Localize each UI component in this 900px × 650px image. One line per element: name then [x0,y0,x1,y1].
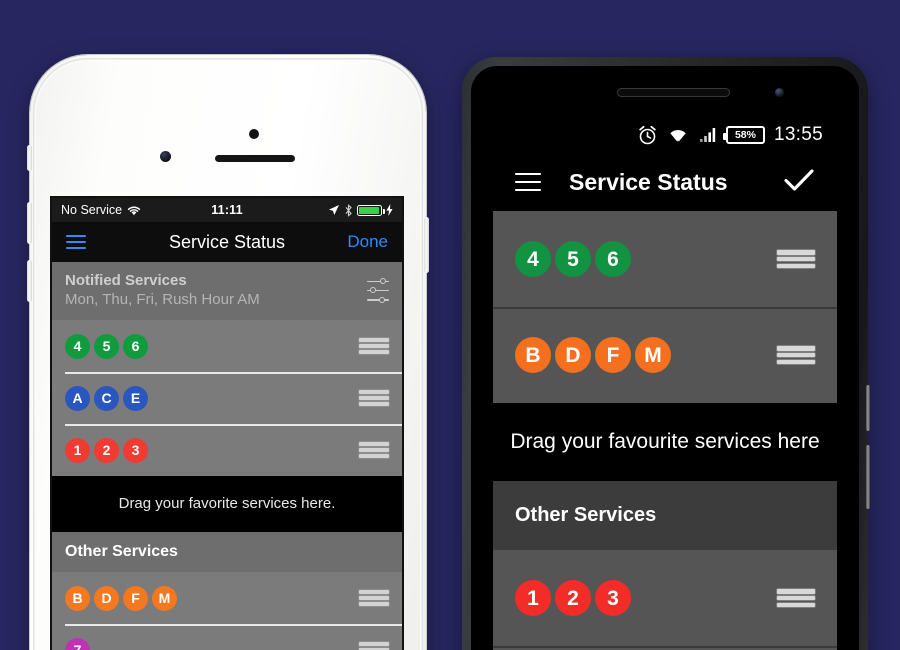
page-title: Service Status [569,168,728,195]
service-badge-m[interactable]: M [635,337,671,373]
service-badge-group: 456 [515,241,631,277]
service-row[interactable]: 123 [493,550,837,646]
wifi-icon [670,130,686,143]
other-services-title: Other Services [52,532,402,572]
service-row[interactable]: BDFM [493,307,837,403]
battery-icon: 58% [722,126,765,144]
service-badge-m[interactable]: M [152,585,177,611]
other-services-title: Other Services [493,481,837,550]
volume-down-button[interactable] [27,260,32,302]
notified-services-list: 456 ACE 123 [52,320,402,476]
power-button[interactable] [866,385,870,431]
service-badge-b[interactable]: B [515,337,551,373]
notified-services-subtitle: Mon, Thu, Fri, Rush Hour AM [65,291,260,308]
iphone-screen: No Service 11:11 Service Status Done Not… [52,198,402,650]
drag-handle-icon[interactable] [777,250,815,268]
service-badge-2[interactable]: 2 [94,437,119,463]
drag-handle-icon[interactable] [359,338,389,354]
android-clock: 13:55 [773,124,823,145]
service-row[interactable]: 456 [493,211,837,307]
notified-services-title: Notified Services [65,272,187,289]
drag-handle-icon[interactable] [359,590,389,606]
drag-handle-icon[interactable] [359,390,389,406]
service-badge-f[interactable]: F [595,337,631,373]
battery-full-icon [357,204,385,216]
battery-level-label: 58% [734,129,756,141]
drag-handle-icon[interactable] [777,346,815,364]
hamburger-menu-icon[interactable] [515,173,541,191]
ios-nav-bar: Service Status Done [52,222,402,262]
service-badge-e[interactable]: E [123,385,148,411]
service-badge-4[interactable]: 4 [515,241,551,277]
earpiece-speaker [215,155,295,162]
service-row[interactable]: BDFM [52,572,402,624]
service-badge-6[interactable]: 6 [595,241,631,277]
service-badge-2[interactable]: 2 [555,580,591,616]
service-badge-5[interactable]: 5 [94,333,119,359]
front-camera-icon [160,151,171,162]
service-badge-d[interactable]: D [555,337,591,373]
service-badge-3[interactable]: 3 [123,437,148,463]
service-badge-group: 7 [65,637,90,650]
done-button[interactable]: Done [347,232,388,252]
notified-services-header: Notified Services Mon, Thu, Fri, Rush Ho… [52,262,402,320]
android-device: 58% 13:55 Service Status 456 BDFM Drag yo… [462,57,870,650]
drop-zone[interactable]: Drag your favorite services here. [52,476,402,532]
service-badge-1[interactable]: 1 [65,437,90,463]
front-camera-icon [775,88,784,97]
lightning-bolt-icon [386,204,393,216]
alarm-clock-icon [639,125,656,144]
volume-up-button[interactable] [27,202,32,244]
iphone-device: No Service 11:11 Service Status Done Not… [27,55,429,650]
earpiece-speaker [617,88,730,97]
service-badge-group: BDFM [515,337,671,373]
drop-zone[interactable]: Drag your favourite services here [493,403,837,481]
bluetooth-icon [345,203,352,217]
android-app-bar: Service Status [493,153,837,211]
service-badge-7[interactable]: 7 [65,637,90,650]
cell-signal-icon [699,128,716,142]
service-badge-3[interactable]: 3 [595,580,631,616]
service-badge-group: ACE [65,385,148,411]
service-badge-group: 456 [65,333,148,359]
mute-switch[interactable] [27,145,32,171]
service-badge-a[interactable]: A [65,385,90,411]
drag-handle-icon[interactable] [359,642,389,650]
ios-status-bar: No Service 11:11 [52,198,402,222]
service-badge-c[interactable]: C [94,385,119,411]
service-badge-f[interactable]: F [123,585,148,611]
service-badge-group: 123 [515,580,631,616]
service-badge-d[interactable]: D [94,585,119,611]
service-row[interactable]: 7 [493,646,837,650]
power-button[interactable] [424,217,429,273]
other-services-list: BDFM7G [52,572,402,650]
notified-services-list: 456 BDFM [493,211,837,403]
checkmark-icon[interactable] [783,167,815,198]
service-badge-group: BDFM [65,585,177,611]
drag-handle-icon[interactable] [359,442,389,458]
android-glass-front: 58% 13:55 Service Status 456 BDFM Drag yo… [471,66,859,650]
proximity-sensor-icon [249,129,259,139]
service-badge-6[interactable]: 6 [123,333,148,359]
service-badge-group: 123 [65,437,148,463]
hamburger-menu-icon[interactable] [66,235,86,249]
android-status-bar: 58% 13:55 [493,117,837,153]
volume-button[interactable] [866,445,870,509]
service-row[interactable]: 7 [52,624,402,650]
service-row[interactable]: ACE [52,372,402,424]
service-badge-b[interactable]: B [65,585,90,611]
location-arrow-icon [329,205,339,215]
service-row[interactable]: 123 [52,424,402,476]
service-badge-4[interactable]: 4 [65,333,90,359]
android-screen: 58% 13:55 Service Status 456 BDFM Drag yo… [493,117,837,650]
service-badge-5[interactable]: 5 [555,241,591,277]
other-services-list: 123 7 [493,550,837,650]
service-badge-1[interactable]: 1 [515,580,551,616]
sliders-icon[interactable] [367,278,389,303]
service-row[interactable]: 456 [52,320,402,372]
drag-handle-icon[interactable] [777,589,815,607]
